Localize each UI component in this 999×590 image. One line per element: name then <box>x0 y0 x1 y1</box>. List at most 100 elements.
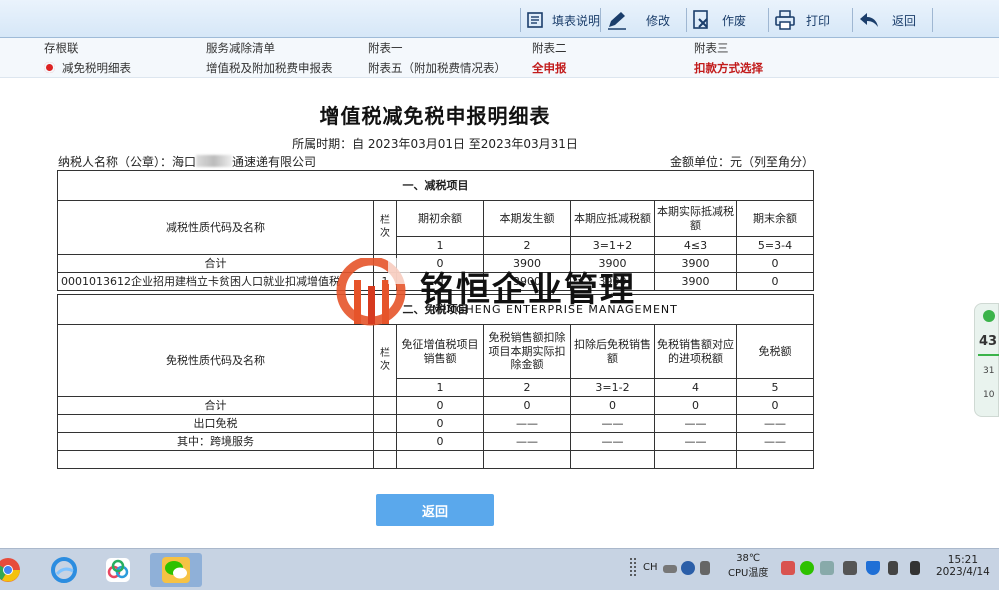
value-cell: 0 <box>396 254 484 273</box>
edit-button[interactable]: 修改 <box>606 9 670 31</box>
row-label: 出口免税 <box>57 414 374 433</box>
toolbar-separator <box>600 8 601 32</box>
value-cell: 3900 <box>654 254 737 273</box>
clock-date: 2023/4/14 <box>936 566 990 578</box>
value-cell: —— <box>483 414 571 433</box>
browser-icon <box>51 557 77 583</box>
nav-payment-method[interactable]: 扣款方式选择 <box>694 60 763 76</box>
return-button[interactable]: 返回 <box>376 494 494 526</box>
cloud-drive-icon <box>106 558 130 582</box>
network-icon[interactable] <box>700 561 710 575</box>
nav-schedule-5[interactable]: 附表五（附加税费情况表） <box>368 60 506 76</box>
formula-cell: 4 <box>654 378 737 397</box>
nav-vat-return[interactable]: 增值税及附加税费申报表 <box>206 60 333 76</box>
value-cell: 3900 <box>570 254 655 273</box>
row-label: 合计 <box>57 396 374 415</box>
column-header: 栏次 <box>373 200 397 255</box>
void-button[interactable]: 作废 <box>690 9 746 31</box>
ime-indicator[interactable]: CH <box>643 562 658 573</box>
nav-tax-reduction-detail[interactable]: 减免税明细表 <box>44 60 131 76</box>
nav-stub[interactable]: 存根联 <box>44 40 79 56</box>
value-cell: —— <box>654 432 737 451</box>
wechat-app[interactable] <box>150 553 202 587</box>
section-header: 一、减税项目 <box>56 170 815 201</box>
column-header: 栏次 <box>373 324 397 397</box>
value-cell: 0 <box>396 414 484 433</box>
table-row: 合计 0 3900 3900 3900 0 <box>57 254 815 273</box>
formula-cell: 2 <box>483 378 571 397</box>
toolbar-separator <box>686 8 687 32</box>
system-monitor-widget[interactable]: 43 31 10 <box>974 303 999 417</box>
shield-icon[interactable] <box>866 561 880 575</box>
form-guide-icon <box>524 9 546 31</box>
active-tab-gear-icon <box>44 62 55 73</box>
redacted-text <box>196 155 233 167</box>
column-header: 免税销售额扣除项目本期实际扣除金额 <box>483 324 571 379</box>
table-row: 其中：跨境服务 0 —— —— —— —— <box>57 432 815 451</box>
cpu-temperature: 38℃ CPU温度 <box>728 553 768 579</box>
form-guide-label: 填表说明 <box>552 13 601 28</box>
help-icon[interactable] <box>681 561 695 575</box>
value-cell: 3900 <box>654 272 737 291</box>
row-no <box>373 396 397 415</box>
volume-icon[interactable] <box>910 561 920 575</box>
row-no <box>373 432 397 451</box>
pencil-icon <box>606 9 628 31</box>
form-guide-button[interactable]: 填表说明 <box>524 9 600 31</box>
amount-unit: 金额单位：元（列至角分） <box>670 155 815 169</box>
column-header: 扣除后免税销售额 <box>570 324 655 379</box>
formula-cell: 2 <box>483 236 571 255</box>
form-title: 增值税减免税申报明细表 <box>319 104 551 128</box>
value-cell: 3900 <box>483 254 571 273</box>
print-button[interactable]: 打印 <box>774 9 830 31</box>
cloud-app[interactable] <box>96 553 140 587</box>
display-icon[interactable] <box>888 561 898 575</box>
cpu-temp-label: CPU温度 <box>728 568 769 579</box>
keyboard-icon[interactable] <box>663 565 677 573</box>
return-toolbar-button[interactable]: 返回 <box>858 9 916 31</box>
nav-schedule-2[interactable]: 附表二 <box>532 40 567 56</box>
tray-app-icon[interactable] <box>781 561 795 575</box>
formula-cell: 3=1+2 <box>570 236 655 255</box>
column-header: 减税性质代码及名称 <box>57 200 374 255</box>
print-label: 打印 <box>806 13 831 28</box>
browser-app[interactable] <box>42 553 86 587</box>
column-header: 免税额 <box>735 324 815 379</box>
value-cell: 0 <box>483 396 571 415</box>
void-document-icon <box>690 9 712 31</box>
value-cell: —— <box>483 432 571 451</box>
formula-cell: 1 <box>396 378 484 397</box>
clock-time: 15:21 <box>947 554 979 566</box>
value-cell: 0 <box>654 396 737 415</box>
tray-app-icon[interactable] <box>820 561 834 575</box>
form-tab-nav: 存根联 服务减除清单 附表一 附表二 附表三 减免税明细表 增值税及附加税费申报… <box>0 38 999 78</box>
nav-schedule-3[interactable]: 附表三 <box>694 40 729 56</box>
tray-app-icon[interactable] <box>843 561 857 575</box>
row-label: 合计 <box>57 254 374 273</box>
check-icon <box>983 310 995 322</box>
download-speed: 10 <box>983 390 995 400</box>
toolbar-separator <box>768 8 769 32</box>
value-cell: —— <box>735 432 815 451</box>
monitor-value: 43 <box>979 334 998 349</box>
tray-dots <box>628 549 642 590</box>
nav-schedule-1[interactable]: 附表一 <box>368 40 403 56</box>
nav-full-declaration[interactable]: 全申报 <box>532 60 567 76</box>
nav-service-deduction-list[interactable]: 服务减除清单 <box>206 40 275 56</box>
row-no <box>373 414 397 433</box>
section-header: 二、免税项目 <box>56 294 815 325</box>
chrome-icon <box>0 558 20 582</box>
clock[interactable]: 15:21 2023/4/14 <box>936 554 990 578</box>
wechat-tray-icon[interactable] <box>800 561 814 575</box>
edit-label: 修改 <box>646 13 671 28</box>
chrome-app[interactable] <box>0 553 30 587</box>
value-cell: —— <box>570 414 655 433</box>
value-cell: —— <box>654 414 737 433</box>
value-cell: 0 <box>396 272 484 291</box>
value-cell: 0 <box>735 396 815 415</box>
tax-exemption-table: 二、免税项目 免税性质代码及名称 栏次 免征增值税项目销售额 免税销售额扣除项目… <box>56 294 815 469</box>
formula-cell: 5=3-4 <box>735 236 815 255</box>
taskbar: CH 38℃ CPU温度 15:21 2023/4/14 <box>0 548 999 590</box>
taxpayer-name-tail: 通速递有限公司 <box>232 155 317 169</box>
table-row: 合计 0 0 0 0 0 <box>57 396 815 415</box>
